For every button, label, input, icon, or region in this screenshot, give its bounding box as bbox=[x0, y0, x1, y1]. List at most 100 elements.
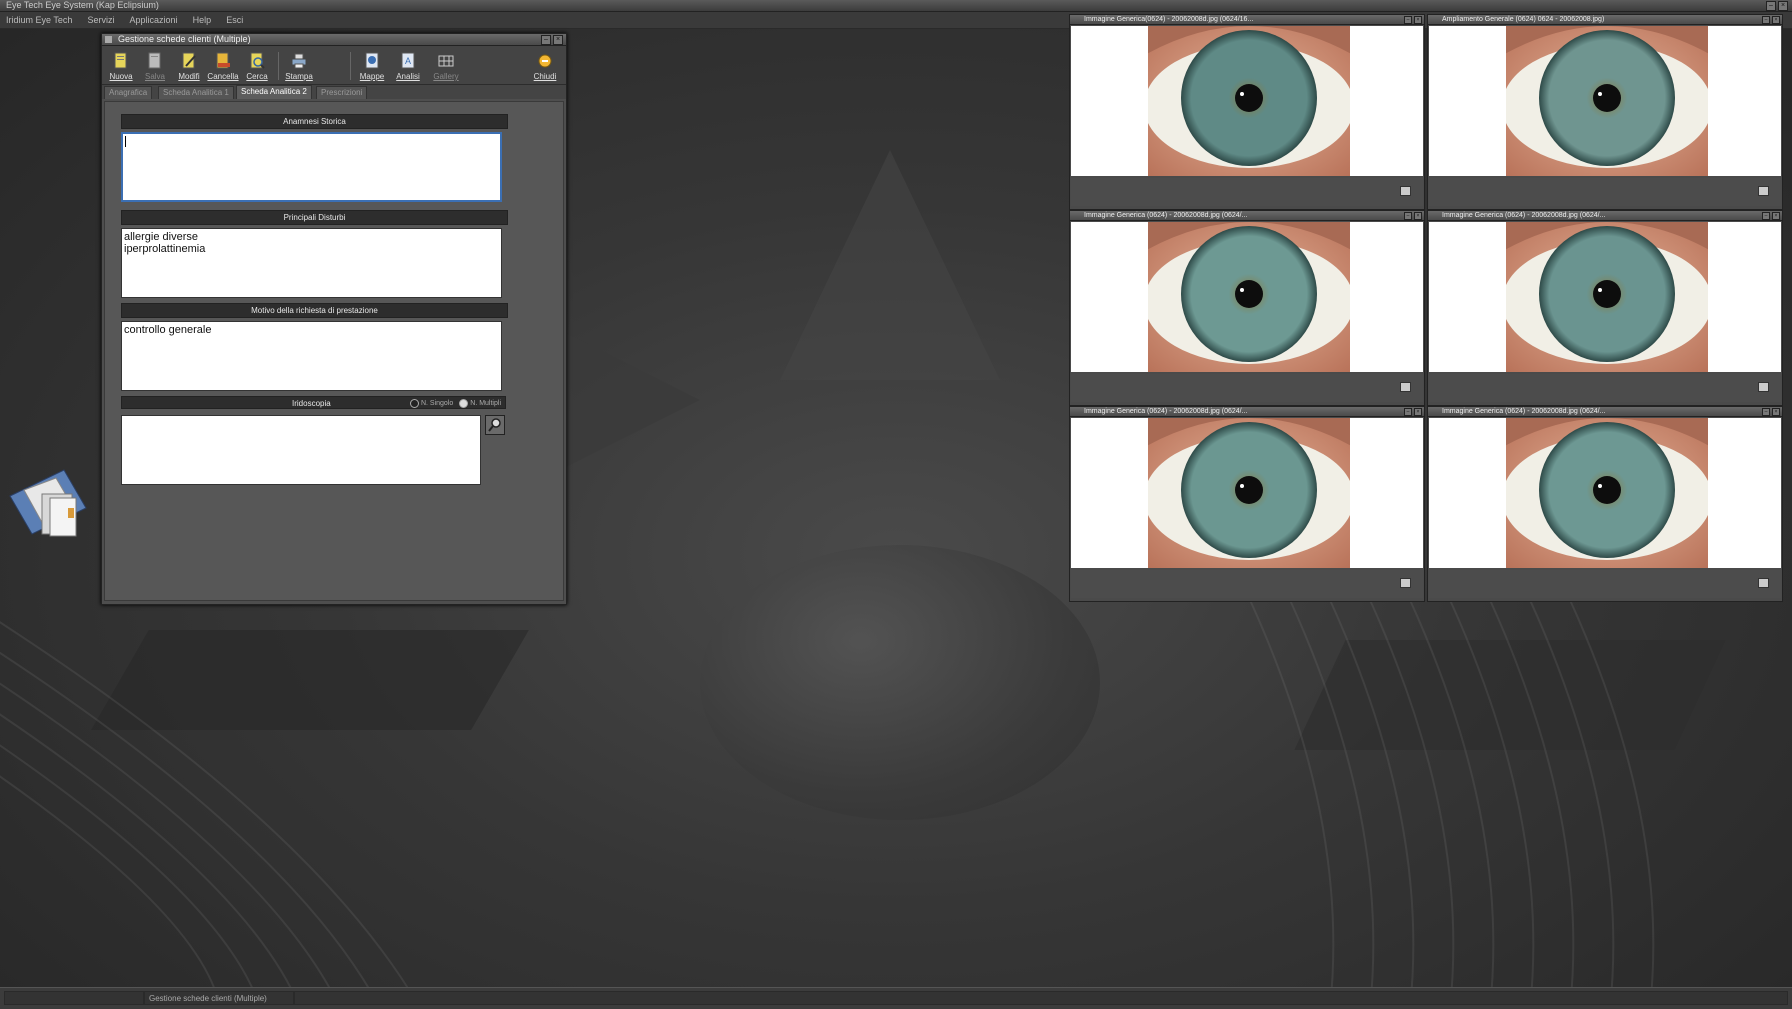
tab-scheda-analitica-2[interactable]: Scheda Analitica 2 bbox=[236, 85, 312, 99]
status-cell-empty bbox=[4, 991, 144, 1005]
gallery-icon bbox=[438, 52, 454, 70]
minimize-icon[interactable]: – bbox=[1404, 212, 1412, 220]
search-button[interactable]: Cerca bbox=[240, 48, 274, 82]
tab-scheda-analitica-1[interactable]: Scheda Analitica 1 bbox=[158, 86, 234, 99]
gallery-button[interactable]: Gallery bbox=[429, 48, 463, 82]
print-icon[interactable] bbox=[1758, 578, 1769, 588]
close-icon[interactable]: × bbox=[1778, 1, 1788, 11]
iris-photo bbox=[1506, 222, 1708, 372]
text-caret bbox=[125, 136, 126, 147]
status-text: Gestione schede clienti (Multiple) bbox=[144, 991, 294, 1005]
print-icon[interactable] bbox=[1400, 382, 1411, 392]
maps-button[interactable]: Mappe bbox=[355, 48, 389, 82]
image-window-title: Immagine Generica(0624) - 20062008d.jpg … bbox=[1084, 16, 1254, 23]
tab-prescrizioni[interactable]: Prescrizioni bbox=[316, 86, 368, 99]
tab-anagrafica[interactable]: Anagrafica bbox=[104, 86, 153, 99]
save-button[interactable]: Salva bbox=[138, 48, 172, 82]
image-window-title: Immagine Generica (0624) - 20062008d.jpg… bbox=[1442, 408, 1606, 415]
close-icon[interactable]: × bbox=[553, 35, 563, 45]
image-window-footer bbox=[1071, 178, 1423, 206]
minimize-icon[interactable]: – bbox=[1762, 408, 1770, 416]
iris-photo bbox=[1148, 418, 1350, 568]
app-title: Eye Tech Eye System (Kap Eclipsium) bbox=[6, 0, 159, 10]
svg-text:A: A bbox=[405, 56, 411, 66]
iris-photo-area bbox=[1429, 418, 1781, 568]
window-title: Gestione schede clienti (Multiple) bbox=[118, 34, 251, 44]
iris-photo-area bbox=[1429, 26, 1781, 176]
close-icon[interactable]: × bbox=[1414, 16, 1422, 24]
analysis-icon: A bbox=[400, 52, 416, 70]
image-window-footer bbox=[1429, 374, 1781, 402]
section-disturbi-header: Principali Disturbi bbox=[121, 210, 508, 225]
close-button[interactable]: Chiudi bbox=[528, 48, 562, 82]
print-icon[interactable] bbox=[1400, 186, 1411, 196]
print-button[interactable]: Stampa bbox=[282, 48, 316, 82]
zoom-button[interactable] bbox=[485, 415, 505, 435]
toolbar-separator bbox=[278, 52, 279, 80]
iris-photo bbox=[1506, 418, 1708, 568]
image-window-title-bar: Immagine Generica (0624) - 20062008d.jpg… bbox=[1428, 407, 1782, 417]
image-window-title: Immagine Generica (0624) - 20062008d.jpg… bbox=[1084, 408, 1248, 415]
desktop-documents-icon[interactable] bbox=[6, 468, 90, 548]
iris-image-window[interactable]: Immagine Generica (0624) - 20062008d.jpg… bbox=[1427, 406, 1783, 602]
image-window-footer bbox=[1429, 178, 1781, 206]
disturbi-textarea[interactable]: allergie diverse iperprolattinemia bbox=[121, 228, 502, 298]
print-icon[interactable] bbox=[1400, 578, 1411, 588]
close-icon[interactable]: × bbox=[1772, 16, 1780, 24]
image-window-title-bar: Ampliamento Generale (0624) 0624 - 20062… bbox=[1428, 15, 1782, 25]
menu-item-servizi[interactable]: Servizi bbox=[81, 12, 120, 25]
iris-photo bbox=[1148, 222, 1350, 372]
delete-button[interactable]: Cancella bbox=[206, 48, 240, 82]
iris-image-window[interactable]: Immagine Generica(0624) - 20062008d.jpg … bbox=[1069, 14, 1425, 210]
iris-image-window[interactable]: Ampliamento Generale (0624) 0624 - 20062… bbox=[1427, 14, 1783, 210]
section-motivo-header: Motivo della richiesta di prestazione bbox=[121, 303, 508, 318]
status-bar: Gestione schede clienti (Multiple) bbox=[0, 987, 1792, 1009]
tab-content-panel: Anamnesi Storica Principali Disturbi all… bbox=[104, 101, 564, 601]
menu-item-iridium[interactable]: Iridium Eye Tech bbox=[0, 12, 78, 25]
iridoscopia-textarea[interactable] bbox=[121, 415, 481, 485]
image-window-title-bar: Immagine Generica(0624) - 20062008d.jpg … bbox=[1070, 15, 1424, 25]
minimize-icon[interactable]: – bbox=[1404, 408, 1412, 416]
iris-photo-area bbox=[1429, 222, 1781, 372]
image-window-footer bbox=[1071, 374, 1423, 402]
edit-button[interactable]: Modifi bbox=[172, 48, 206, 82]
new-button[interactable]: Nuova bbox=[104, 48, 138, 82]
iris-image-window[interactable]: Immagine Generica (0624) - 20062008d.jpg… bbox=[1427, 210, 1783, 406]
iridoscopia-radio-group: N. Singolo N. Multipli bbox=[409, 397, 501, 410]
edit-doc-icon bbox=[181, 52, 197, 70]
window-title-bar: Gestione schede clienti (Multiple) – × bbox=[102, 34, 566, 46]
minimize-icon[interactable]: – bbox=[1404, 16, 1412, 24]
iris-photo-area bbox=[1071, 26, 1423, 176]
iris-photo bbox=[1148, 26, 1350, 176]
minimize-icon[interactable]: – bbox=[1766, 1, 1776, 11]
close-icon[interactable]: × bbox=[1414, 212, 1422, 220]
iris-photo-area bbox=[1071, 418, 1423, 568]
radio-singolo[interactable]: N. Singolo bbox=[409, 397, 453, 410]
menu-item-esci[interactable]: Esci bbox=[220, 12, 249, 25]
delete-doc-icon bbox=[215, 52, 231, 70]
print-icon[interactable] bbox=[1758, 382, 1769, 392]
motivo-textarea[interactable]: controllo generale bbox=[121, 321, 502, 391]
menu-item-applicazioni[interactable]: Applicazioni bbox=[124, 12, 184, 25]
close-icon[interactable]: × bbox=[1414, 408, 1422, 416]
radio-circle-icon bbox=[409, 398, 419, 408]
image-window-footer bbox=[1071, 570, 1423, 598]
iris-image-window[interactable]: Immagine Generica (0624) - 20062008d.jpg… bbox=[1069, 406, 1425, 602]
radio-circle-icon bbox=[459, 398, 469, 408]
minimize-icon[interactable]: – bbox=[1762, 16, 1770, 24]
minimize-icon[interactable]: – bbox=[1762, 212, 1770, 220]
print-icon[interactable] bbox=[1758, 186, 1769, 196]
print-icon bbox=[291, 52, 307, 70]
client-records-window: Gestione schede clienti (Multiple) – × N… bbox=[101, 33, 567, 605]
close-icon[interactable]: × bbox=[1772, 408, 1780, 416]
iris-image-window[interactable]: Immagine Generica (0624) - 20062008d.jpg… bbox=[1069, 210, 1425, 406]
close-icon[interactable]: × bbox=[1772, 212, 1780, 220]
analysis-button[interactable]: A Analisi bbox=[391, 48, 425, 82]
close-door-icon bbox=[537, 52, 553, 70]
radio-multipli[interactable]: N. Multipli bbox=[459, 397, 501, 410]
image-window-title: Immagine Generica (0624) - 20062008d.jpg… bbox=[1442, 212, 1606, 219]
menu-item-help[interactable]: Help bbox=[187, 12, 218, 25]
minimize-icon[interactable]: – bbox=[541, 35, 551, 45]
status-cell-empty bbox=[294, 991, 1788, 1005]
anamnesi-textarea[interactable] bbox=[121, 132, 502, 202]
